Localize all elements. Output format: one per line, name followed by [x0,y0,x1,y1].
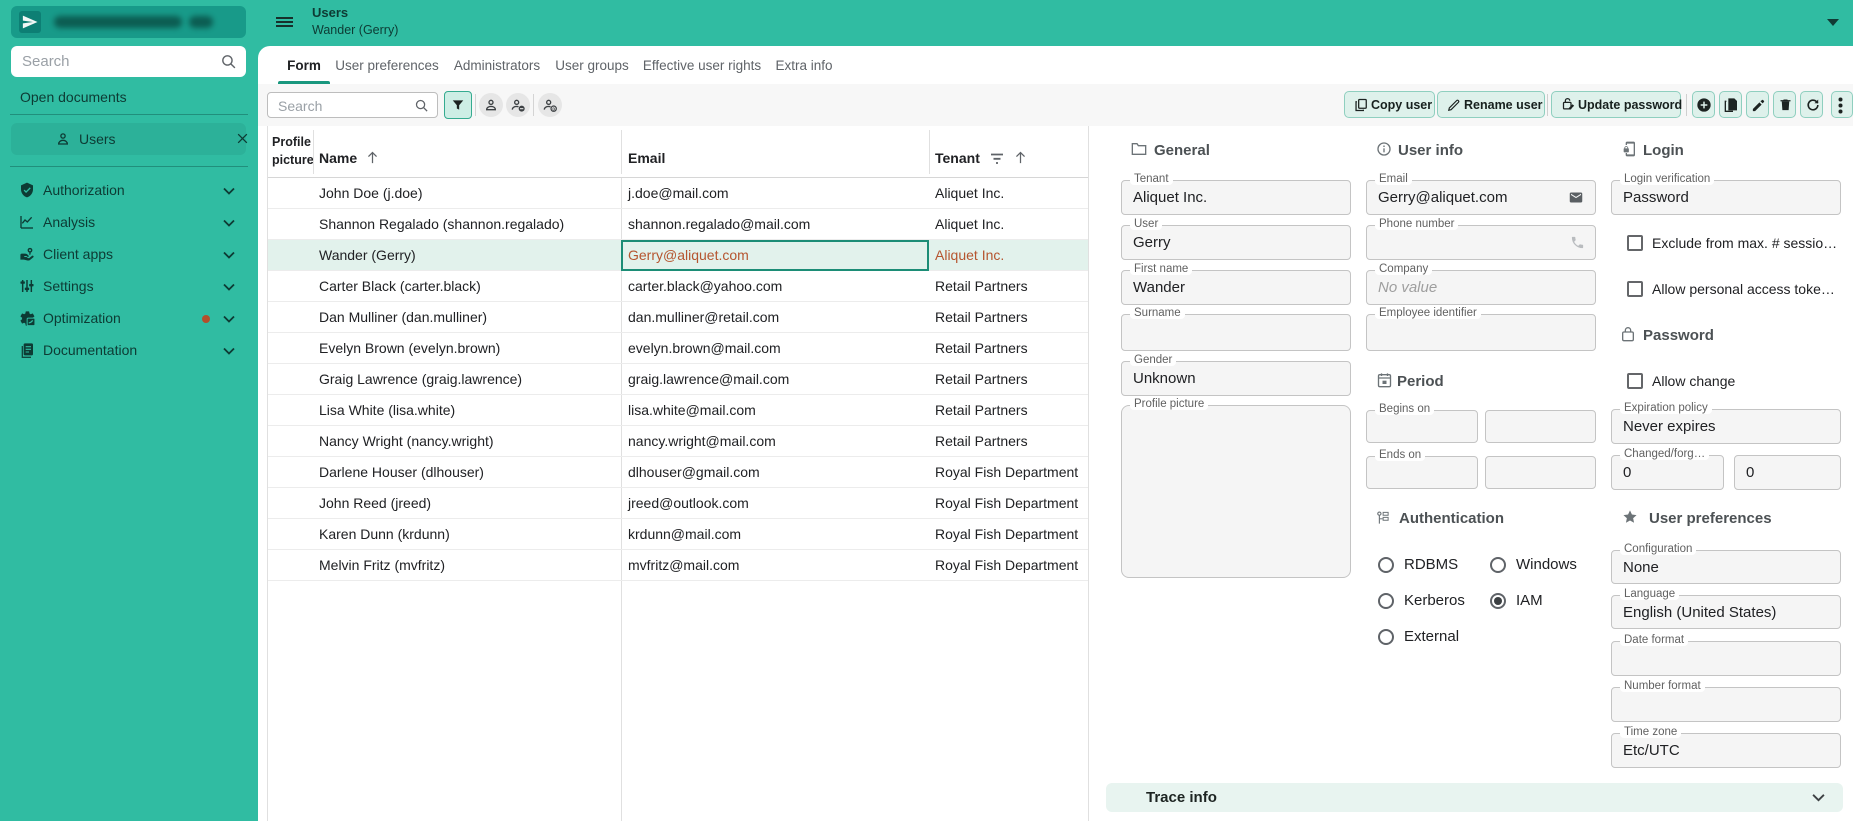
svg-text:0: 0 [552,106,555,111]
